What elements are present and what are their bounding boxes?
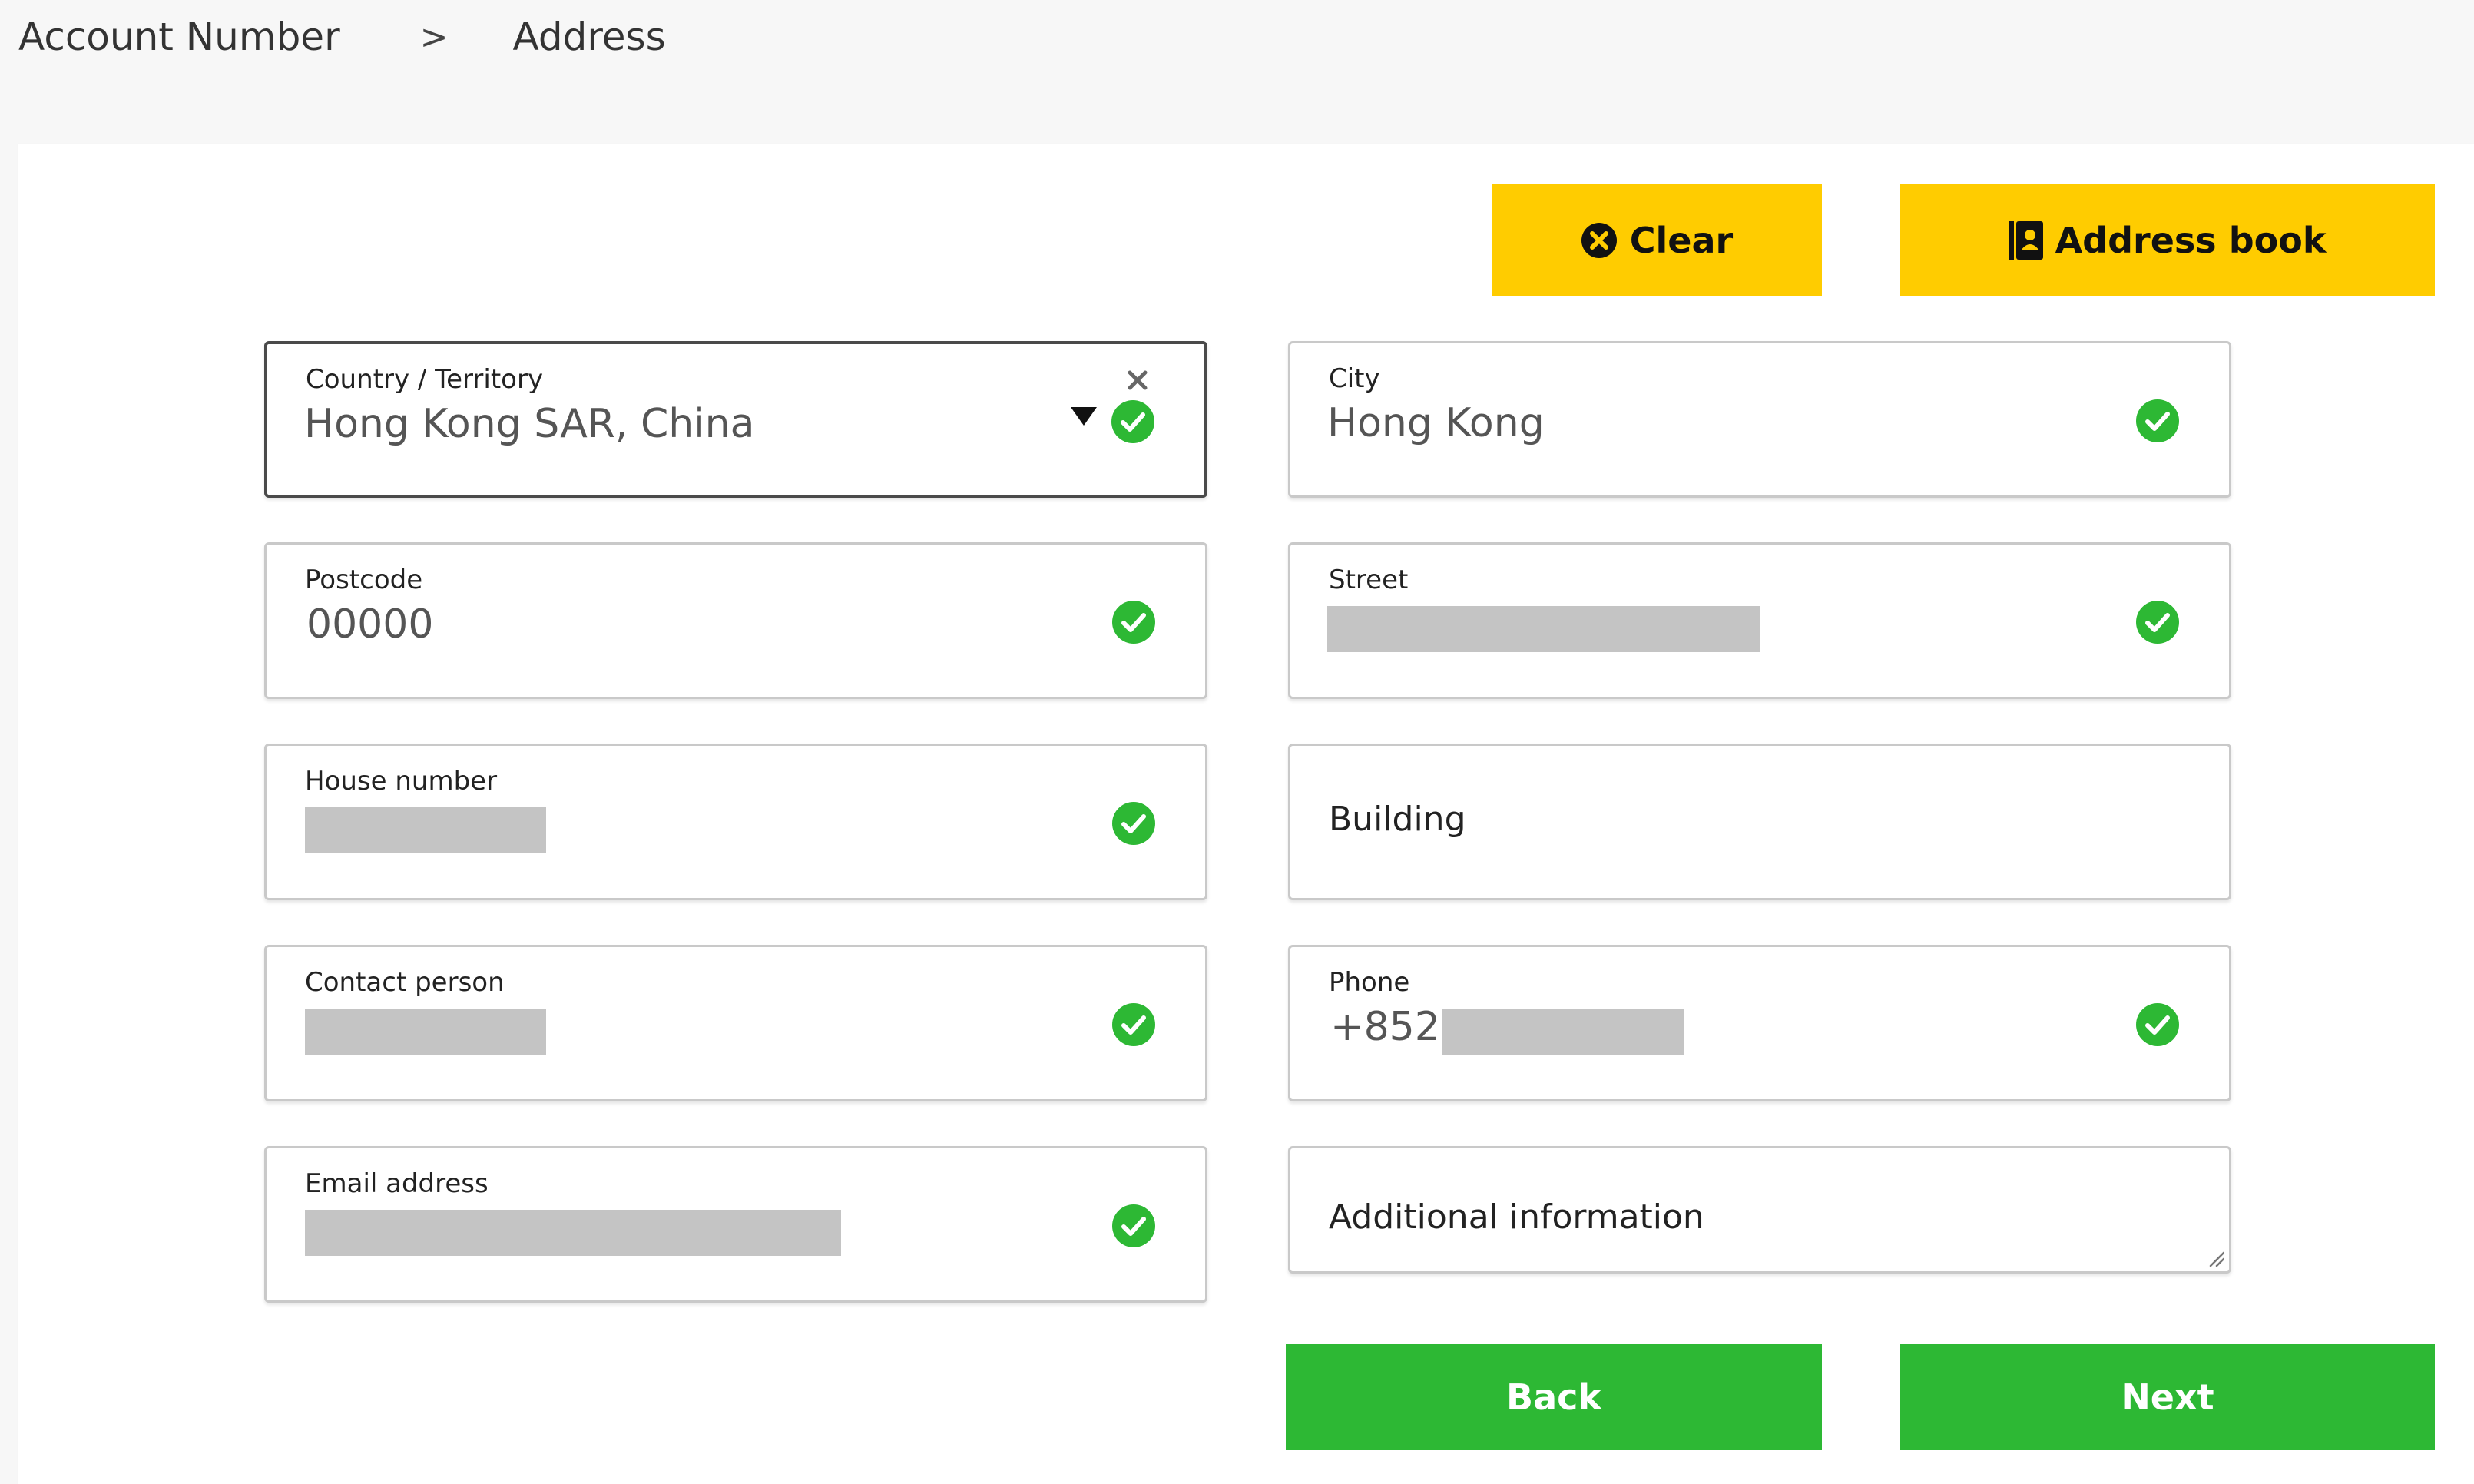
contact-person-field[interactable]: Contact person (264, 945, 1207, 1101)
city-label: City (1329, 363, 1380, 394)
email-label: Email address (305, 1168, 489, 1199)
phone-field[interactable]: Phone +852 (1288, 945, 2231, 1101)
house-number-field[interactable]: House number (264, 744, 1207, 900)
check-circle-icon (2135, 1002, 2180, 1047)
check-circle-icon (2135, 600, 2180, 644)
country-select[interactable]: Country / Territory Hong Kong SAR, China (264, 341, 1207, 498)
breadcrumb-address: Address (512, 15, 666, 59)
check-circle-icon (1111, 600, 1156, 644)
address-book-button-label: Address book (2055, 220, 2327, 261)
additional-information-textarea[interactable]: Additional information (1288, 1146, 2231, 1274)
breadcrumb-account-number[interactable]: Account Number (18, 15, 340, 59)
additional-information-placeholder: Additional information (1329, 1197, 1704, 1237)
check-circle-icon (1111, 1204, 1156, 1248)
phone-number-redacted (1442, 1009, 1684, 1055)
city-value: Hong Kong (1327, 400, 1545, 446)
postcode-field[interactable]: Postcode 00000 (264, 542, 1207, 699)
address-form-card: Clear Address book Country / Territory H… (18, 144, 2474, 1484)
city-field[interactable]: City Hong Kong (1288, 341, 2231, 498)
street-label: Street (1329, 565, 1409, 595)
check-circle-icon (1111, 801, 1156, 846)
email-field[interactable]: Email address (264, 1146, 1207, 1303)
check-circle-icon (1111, 1002, 1156, 1047)
address-book-button[interactable]: Address book (1900, 184, 2435, 296)
country-value: Hong Kong SAR, China (304, 401, 755, 447)
contact-person-label: Contact person (305, 967, 505, 998)
street-field[interactable]: Street (1288, 542, 2231, 699)
clear-button[interactable]: Clear (1492, 184, 1822, 296)
contact-person-value-redacted (305, 1009, 546, 1055)
phone-prefix: +852 (1330, 1004, 1440, 1050)
postcode-value: 00000 (306, 601, 434, 648)
phone-label: Phone (1329, 967, 1410, 998)
clear-button-label: Clear (1629, 220, 1734, 261)
street-value-redacted (1327, 606, 1760, 652)
country-label: Country / Territory (306, 364, 544, 395)
resize-handle-icon[interactable] (2207, 1250, 2225, 1267)
address-book-icon (2009, 221, 2043, 260)
house-number-value-redacted (305, 807, 546, 853)
next-button[interactable]: Next (1900, 1344, 2435, 1450)
breadcrumb: Account Number > Address (18, 12, 666, 61)
breadcrumb-separator: > (419, 17, 449, 57)
close-icon[interactable] (1126, 369, 1149, 392)
building-placeholder: Building (1329, 800, 1466, 839)
caret-down-icon[interactable] (1071, 407, 1097, 426)
check-circle-icon (1111, 399, 1155, 444)
close-circle-icon (1581, 222, 1618, 259)
postcode-label: Postcode (305, 565, 423, 595)
building-field[interactable]: Building (1288, 744, 2231, 900)
back-button[interactable]: Back (1286, 1344, 1822, 1450)
check-circle-icon (2135, 399, 2180, 443)
email-value-redacted (305, 1210, 841, 1256)
house-number-label: House number (305, 766, 498, 797)
